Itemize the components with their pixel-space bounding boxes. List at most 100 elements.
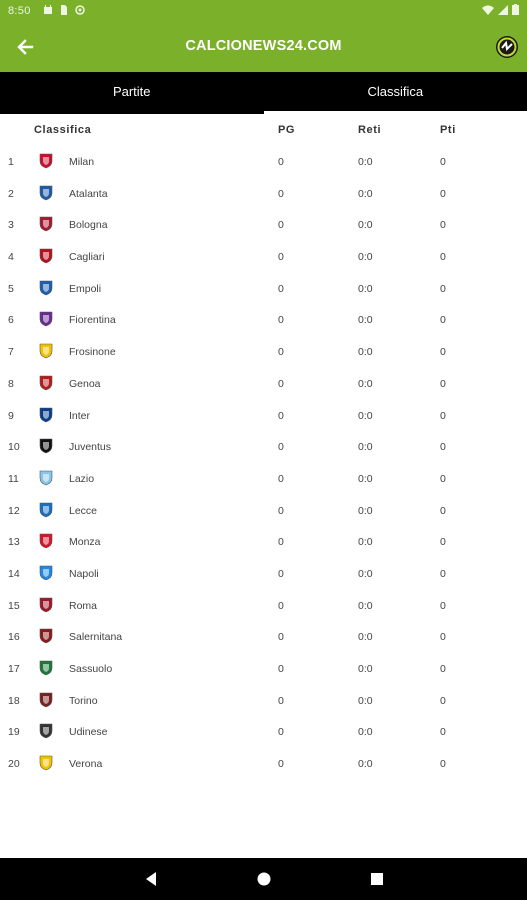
app-bar: CALCIONEWS24.COM <box>0 22 527 72</box>
goals: 0:0 <box>358 346 373 359</box>
goals: 0:0 <box>358 472 373 485</box>
games-played: 0 <box>278 441 284 454</box>
points: 0 <box>440 219 446 232</box>
recents-square-icon[interactable] <box>369 871 385 887</box>
table-row[interactable]: 14 Napoli 0 0:0 0 <box>0 558 527 590</box>
row-position: 15 <box>8 599 20 612</box>
goals: 0:0 <box>358 377 373 390</box>
team-name: Sassuolo <box>69 663 113 675</box>
team-logo-icon <box>39 407 53 423</box>
games-played: 0 <box>278 726 284 739</box>
games-played: 0 <box>278 567 284 580</box>
battery-icon <box>512 4 519 18</box>
table-row[interactable]: 5 Empoli 0 0:0 0 <box>0 273 527 305</box>
team-logo-icon <box>39 565 53 581</box>
goals: 0:0 <box>358 536 373 549</box>
team-name: Atalanta <box>69 187 108 200</box>
team-name: Bologna <box>69 219 108 232</box>
goals: 0:0 <box>358 758 373 771</box>
tab-partite[interactable]: Partite <box>0 72 264 114</box>
table-row[interactable]: 17 Sassuolo 0 0:0 0 <box>0 653 527 685</box>
points: 0 <box>440 251 446 264</box>
goals: 0:0 <box>358 726 373 739</box>
games-played: 0 <box>278 282 284 295</box>
team-name: Genoa <box>69 377 101 390</box>
calendar-icon <box>43 5 53 15</box>
team-logo-icon <box>39 692 53 708</box>
team-logo-icon <box>39 438 53 454</box>
table-row[interactable]: 20 Verona 0 0:0 0 <box>0 748 527 780</box>
sim-icon <box>59 5 69 15</box>
goals: 0:0 <box>358 441 373 454</box>
team-logo-icon <box>39 280 53 296</box>
team-name: Fiorentina <box>69 314 116 327</box>
table-row[interactable]: 9 Inter 0 0:0 0 <box>0 400 527 432</box>
team-name: Udinese <box>69 726 108 739</box>
games-played: 0 <box>278 409 284 422</box>
points: 0 <box>440 156 446 168</box>
team-logo-icon <box>39 502 53 518</box>
wifi-icon <box>482 5 494 18</box>
team-name: Frosinone <box>69 346 116 359</box>
at-icon <box>75 5 85 15</box>
row-position: 19 <box>8 726 20 739</box>
team-name: Salernitana <box>69 631 123 644</box>
team-name: Lazio <box>69 472 95 485</box>
team-logo-icon <box>39 311 53 327</box>
goals: 0:0 <box>358 219 373 232</box>
goals: 0:0 <box>358 251 373 264</box>
home-circle-icon[interactable] <box>256 871 272 887</box>
row-position: 7 <box>8 346 14 359</box>
games-played: 0 <box>278 472 284 485</box>
table-row[interactable]: 4 Cagliari 0 0:0 0 <box>0 241 527 273</box>
table-row[interactable]: 10 Juventus 0 0:0 0 <box>0 431 527 463</box>
goals: 0:0 <box>358 409 373 422</box>
table-row[interactable]: 1 Milan 0 0:0 0 <box>0 146 527 178</box>
team-name: Roma <box>69 599 98 612</box>
calcionews-logo-icon[interactable] <box>495 35 519 59</box>
team-name: Monza <box>69 536 101 549</box>
row-position: 18 <box>8 694 20 707</box>
table-row[interactable]: 8 Genoa 0 0:0 0 <box>0 368 527 400</box>
table-row[interactable]: 11 Lazio 0 0:0 0 <box>0 463 527 495</box>
row-position: 3 <box>8 219 14 232</box>
team-logo-icon <box>39 185 53 201</box>
team-name: Milan <box>69 156 95 168</box>
goals: 0:0 <box>358 156 373 168</box>
table-row[interactable]: 18 Torino 0 0:0 0 <box>0 685 527 717</box>
row-position: 14 <box>8 567 20 580</box>
team-logo-icon <box>39 628 53 644</box>
table-row[interactable]: 3 Bologna 0 0:0 0 <box>0 209 527 241</box>
games-played: 0 <box>278 156 284 168</box>
points: 0 <box>440 409 446 422</box>
row-position: 13 <box>8 536 20 549</box>
table-row[interactable]: 2 Atalanta 0 0:0 0 <box>0 178 527 210</box>
team-name: Napoli <box>69 567 99 580</box>
table-row[interactable]: 19 Udinese 0 0:0 0 <box>0 716 527 748</box>
team-logo-icon <box>39 660 53 676</box>
header-pg: PG <box>278 124 296 136</box>
table-row[interactable]: 13 Monza 0 0:0 0 <box>0 526 527 558</box>
back-triangle-icon[interactable] <box>143 871 159 887</box>
points: 0 <box>440 282 446 295</box>
table-row[interactable]: 16 Salernitana 0 0:0 0 <box>0 621 527 653</box>
points: 0 <box>440 346 446 359</box>
points: 0 <box>440 314 446 327</box>
team-logo-icon <box>39 248 53 264</box>
team-name: Lecce <box>69 504 98 517</box>
table-row[interactable]: 15 Roma 0 0:0 0 <box>0 590 527 622</box>
games-played: 0 <box>278 758 284 771</box>
games-played: 0 <box>278 251 284 264</box>
goals: 0:0 <box>358 567 373 580</box>
system-nav-bar <box>0 858 527 900</box>
points: 0 <box>440 694 446 707</box>
table-row[interactable]: 12 Lecce 0 0:0 0 <box>0 495 527 527</box>
table-row[interactable]: 6 Fiorentina 0 0:0 0 <box>0 304 527 336</box>
header-reti: Reti <box>358 124 382 136</box>
team-logo-icon <box>39 153 53 169</box>
table-row[interactable]: 7 Frosinone 0 0:0 0 <box>0 336 527 368</box>
row-position: 9 <box>8 409 14 422</box>
team-name: Verona <box>69 758 103 771</box>
tab-classifica[interactable]: Classifica <box>263 72 527 114</box>
row-position: 2 <box>8 187 14 200</box>
